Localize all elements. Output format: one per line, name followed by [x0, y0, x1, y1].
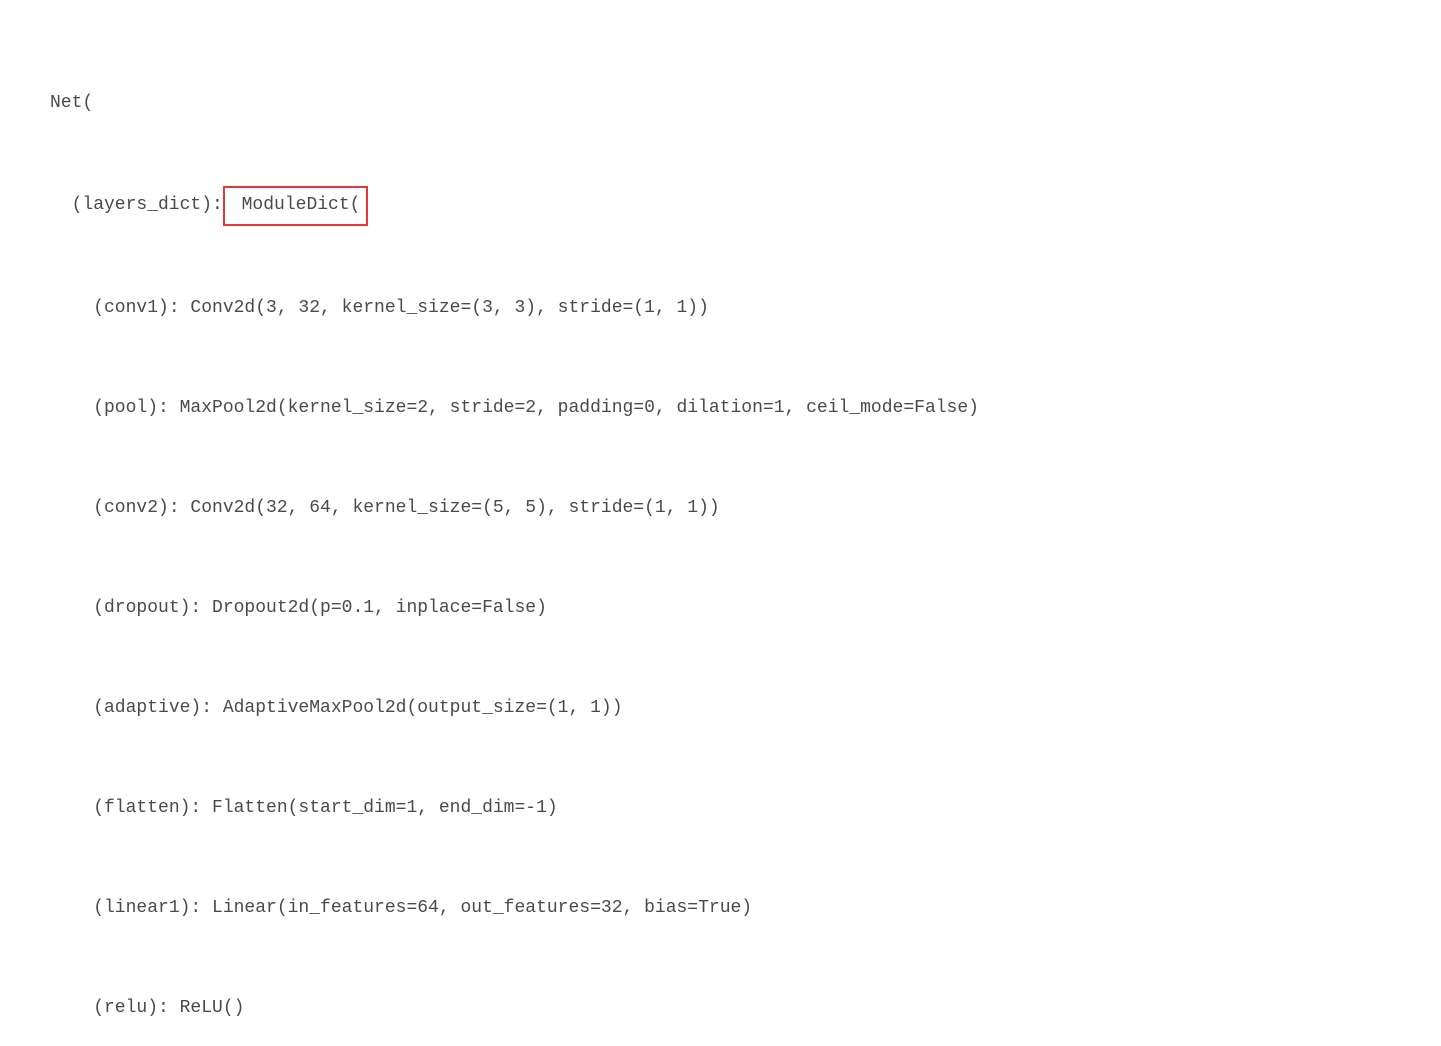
code-line: (adaptive): AdaptiveMaxPool2d(output_siz…: [50, 692, 1441, 725]
code-line: (pool): MaxPool2d(kernel_size=2, stride=…: [50, 392, 1441, 425]
code-line: (conv1): Conv2d(3, 32, kernel_size=(3, 3…: [50, 292, 1441, 325]
code-line: (flatten): Flatten(start_dim=1, end_dim=…: [50, 792, 1441, 825]
code-line: (layers_dict): ModuleDict(: [50, 186, 1441, 225]
code-output: Net( (layers_dict): ModuleDict( (conv1):…: [50, 20, 1441, 1046]
highlight-annotation: ModuleDict(: [223, 186, 369, 225]
code-line: (linear1): Linear(in_features=64, out_fe…: [50, 892, 1441, 925]
code-line: (dropout): Dropout2d(p=0.1, inplace=Fals…: [50, 592, 1441, 625]
code-text: (layers_dict):: [72, 195, 223, 215]
code-line: Net(: [50, 87, 1441, 120]
code-line: (relu): ReLU(): [50, 992, 1441, 1025]
code-line: (conv2): Conv2d(32, 64, kernel_size=(5, …: [50, 492, 1441, 525]
